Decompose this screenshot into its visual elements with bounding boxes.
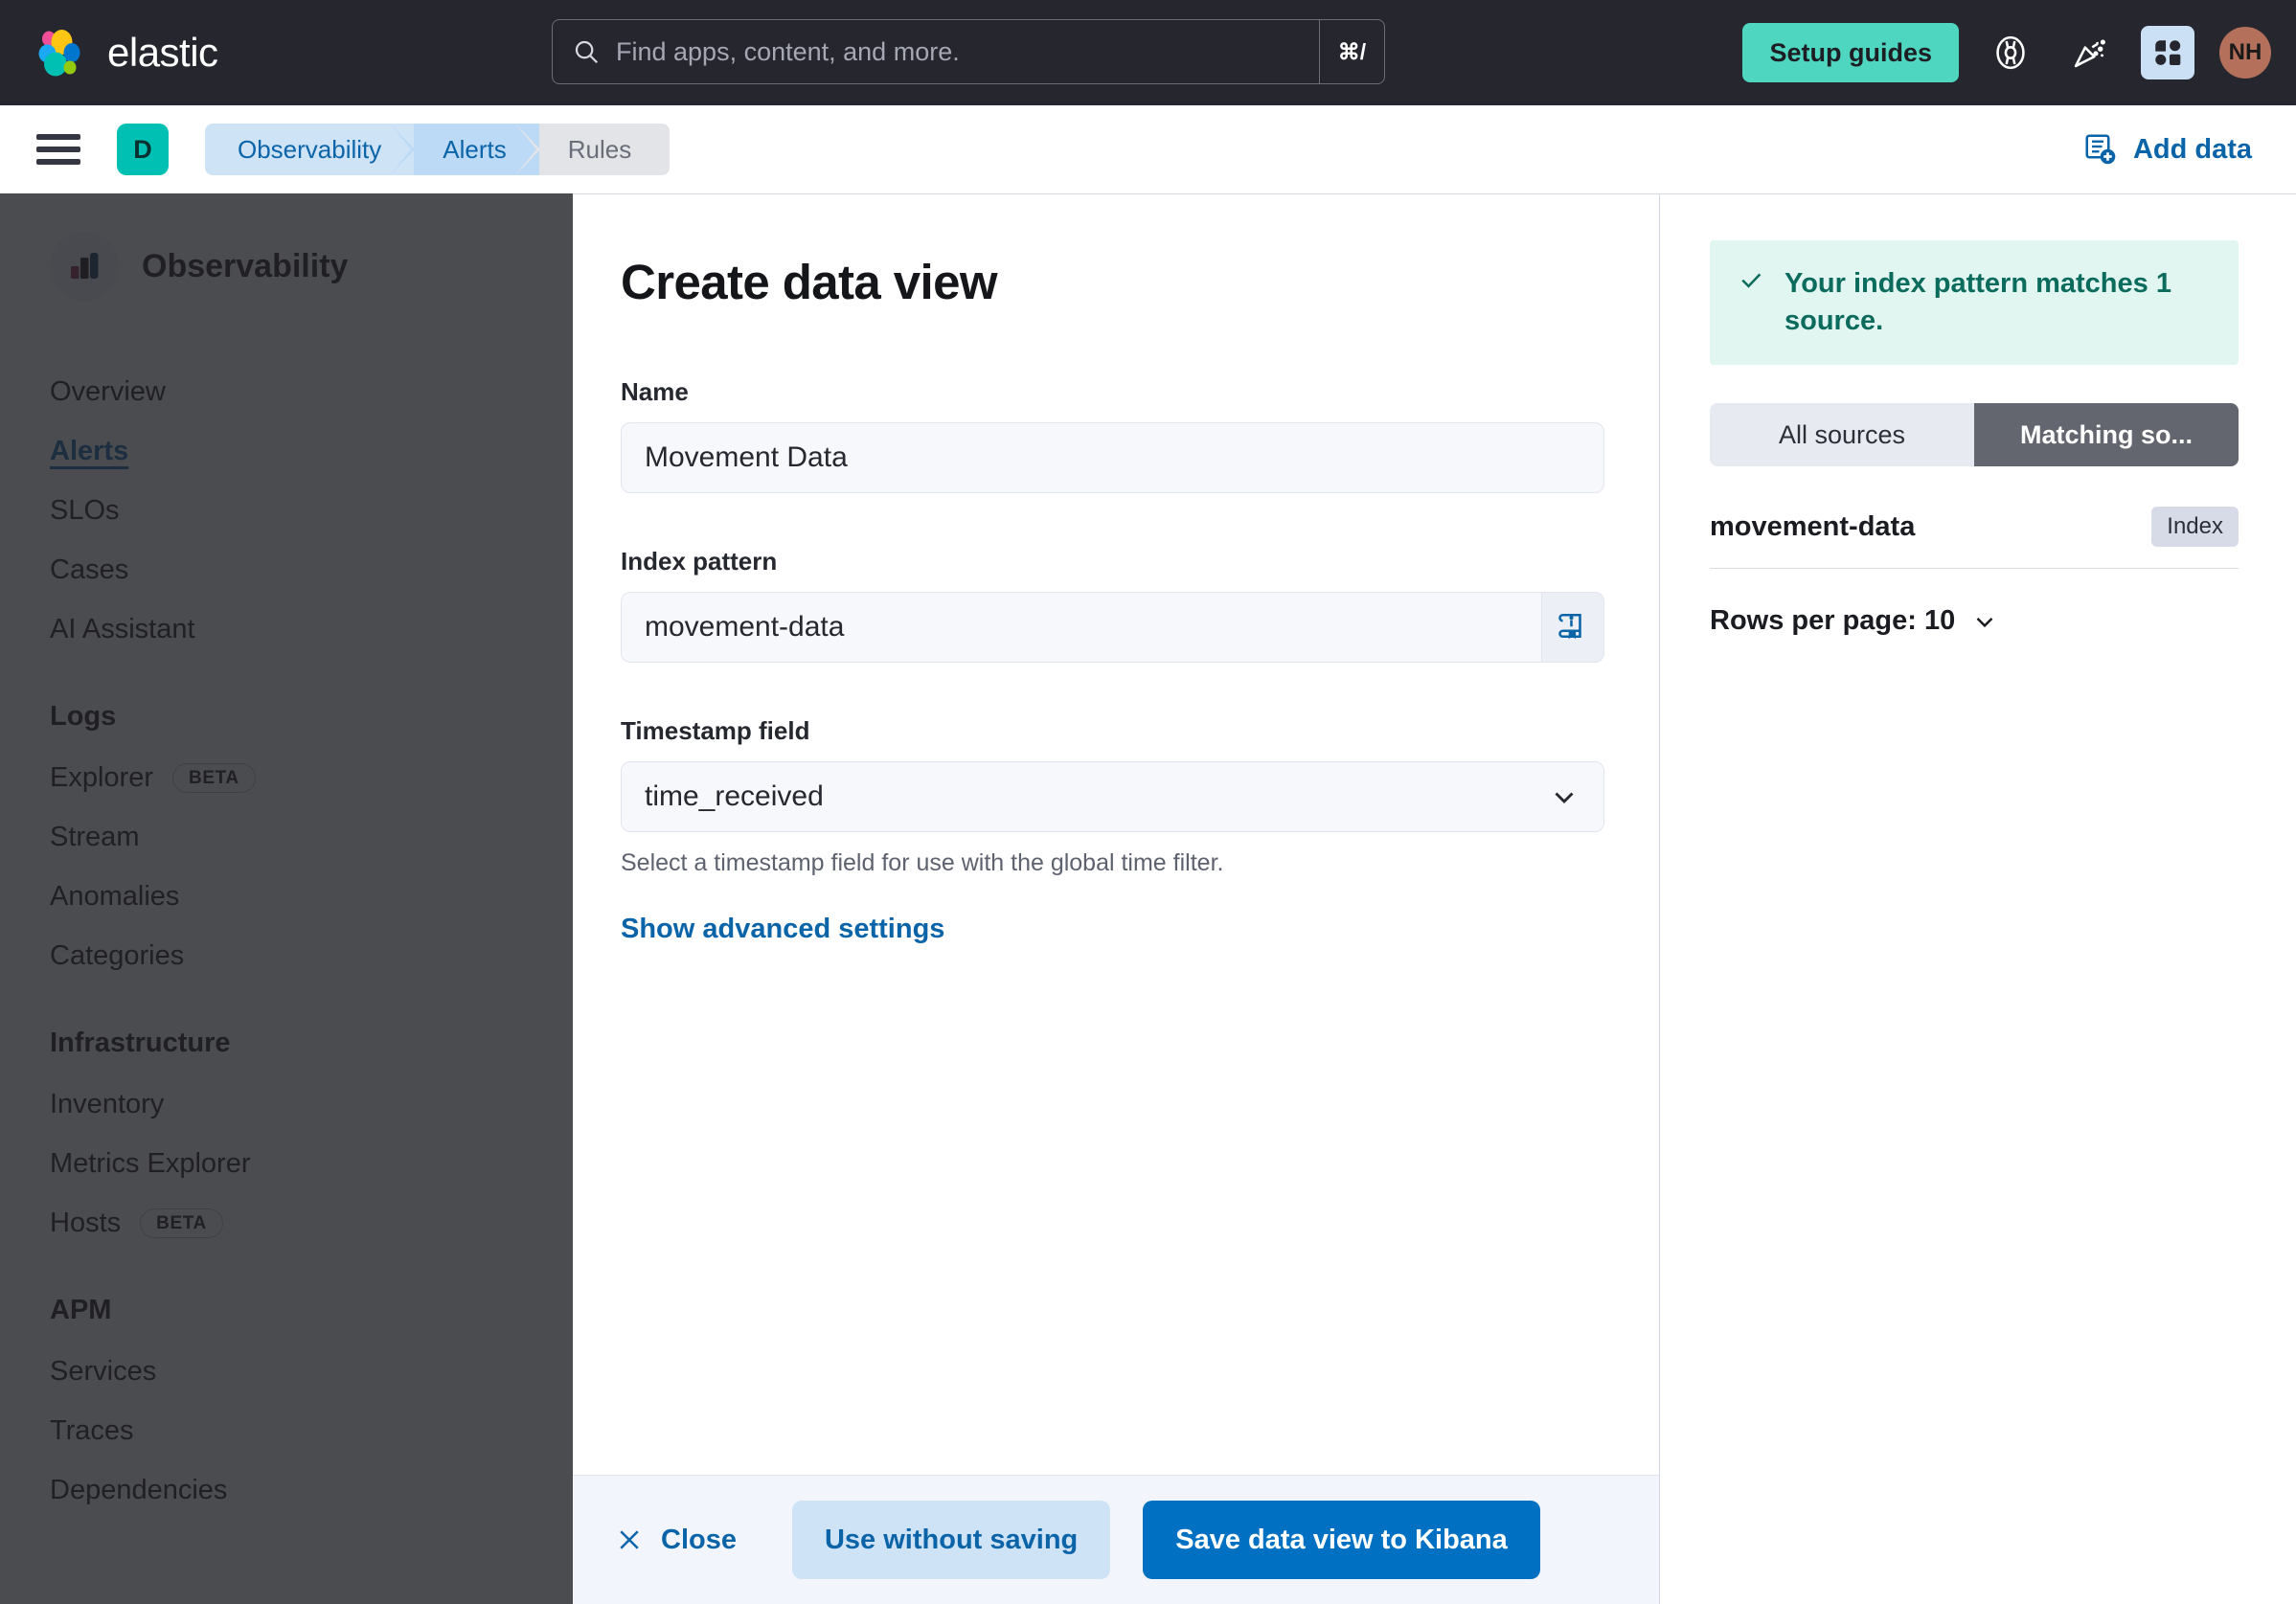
breadcrumb-chevron-icon — [514, 124, 540, 175]
nav-right-controls: Setup guides NH — [1742, 0, 2271, 105]
search-placeholder: Find apps, content, and more. — [616, 36, 960, 66]
status-badge: Index — [2151, 507, 2239, 548]
brand-name: elastic — [107, 30, 218, 75]
close-x-icon — [615, 1525, 644, 1554]
global-search[interactable]: Find apps, content, and more. ⌘/ — [552, 19, 1385, 84]
match-status-text: Your index pattern matches 1 source. — [1785, 268, 2171, 337]
rows-per-page-selector[interactable]: Rows per page: 10 — [1710, 605, 1999, 637]
breadcrumb-label: Observability — [238, 134, 382, 164]
check-icon — [1737, 265, 1765, 294]
search-input[interactable]: Find apps, content, and more. — [552, 19, 1320, 84]
page-title: Create data view — [621, 255, 998, 309]
close-button[interactable]: Close — [615, 1525, 737, 1556]
sources-tab-group: All sources Matching so... — [1710, 403, 2239, 467]
breadcrumb-item-observability[interactable]: Observability — [205, 124, 416, 175]
add-data-button[interactable]: Add data — [2083, 132, 2252, 167]
breadcrumb-chevron-icon — [390, 124, 416, 175]
breadcrumb: Observability Alerts Rules — [205, 124, 671, 175]
chevron-down-icon — [1548, 780, 1580, 813]
apps-grid-icon[interactable] — [2141, 26, 2194, 79]
help-lifebuoy-icon[interactable] — [1984, 26, 2037, 79]
search-icon — [572, 37, 601, 66]
save-data-view-button[interactable]: Save data view to Kibana — [1143, 1501, 1540, 1579]
timestamp-field-label: Timestamp field — [621, 716, 810, 745]
show-advanced-settings-link[interactable]: Show advanced settings — [621, 914, 944, 945]
create-data-view-flyout: Create data view Name Movement Data Inde… — [573, 193, 2296, 1604]
use-without-saving-button[interactable]: Use without saving — [791, 1501, 1111, 1579]
timestamp-field-value: time_received — [645, 780, 824, 812]
search-shortcut-badge: ⌘/ — [1320, 19, 1385, 84]
tab-all-sources[interactable]: All sources — [1710, 403, 1974, 467]
breadcrumb-bar: D Observability Alerts Rules Add data — [0, 105, 2296, 193]
avatar[interactable]: NH — [2219, 27, 2271, 79]
rows-per-page-label: Rows per page: 10 — [1710, 605, 1956, 637]
timestamp-field-group: Timestamp field time_received Select a t… — [621, 716, 1611, 877]
index-pattern-field-label: Index pattern — [621, 547, 778, 576]
name-field-group: Name Movement Data — [621, 377, 1611, 493]
elastic-logo-icon — [33, 26, 86, 79]
index-pattern-field-group: Index pattern movement-data — [621, 547, 1611, 663]
add-data-icon — [2083, 132, 2118, 167]
timestamp-field-select[interactable]: time_received — [621, 761, 1604, 832]
sources-table: movement-data Index — [1710, 507, 2239, 570]
source-name: movement-data — [1710, 510, 1916, 542]
flyout-overlay-scrim[interactable] — [0, 193, 573, 1604]
hamburger-menu-icon[interactable] — [36, 130, 80, 169]
breadcrumb-label: Alerts — [443, 134, 507, 164]
data-view-form: Create data view Name Movement Data Inde… — [573, 194, 1660, 1604]
documentation-book-icon[interactable] — [1541, 592, 1604, 663]
breadcrumb-item-rules[interactable]: Rules — [538, 124, 671, 175]
sources-preview-panel: Your index pattern matches 1 source. All… — [1660, 194, 2296, 1604]
timestamp-help-text: Select a timestamp field for use with th… — [621, 849, 1224, 876]
index-pattern-input[interactable]: movement-data — [621, 592, 1541, 663]
add-data-label: Add data — [2132, 133, 2252, 165]
breadcrumb-item-alerts[interactable]: Alerts — [414, 124, 540, 175]
announcements-confetti-icon[interactable] — [2062, 26, 2116, 79]
flyout-footer: Close Use without saving Save data view … — [573, 1475, 1659, 1604]
close-label: Close — [661, 1524, 737, 1555]
chevron-down-icon — [1970, 607, 1999, 636]
setup-guides-button[interactable]: Setup guides — [1742, 23, 1959, 82]
name-field-label: Name — [621, 377, 689, 406]
name-input[interactable]: Movement Data — [621, 422, 1604, 493]
global-nav: elastic Find apps, content, and more. ⌘/… — [0, 0, 2296, 105]
table-row: movement-data Index — [1710, 507, 2239, 570]
tab-matching-sources[interactable]: Matching so... — [1974, 403, 2239, 467]
match-status-callout: Your index pattern matches 1 source. — [1710, 240, 2239, 366]
brand[interactable]: elastic — [0, 26, 506, 79]
breadcrumb-label: Rules — [567, 134, 632, 164]
space-badge[interactable]: D — [117, 124, 169, 175]
